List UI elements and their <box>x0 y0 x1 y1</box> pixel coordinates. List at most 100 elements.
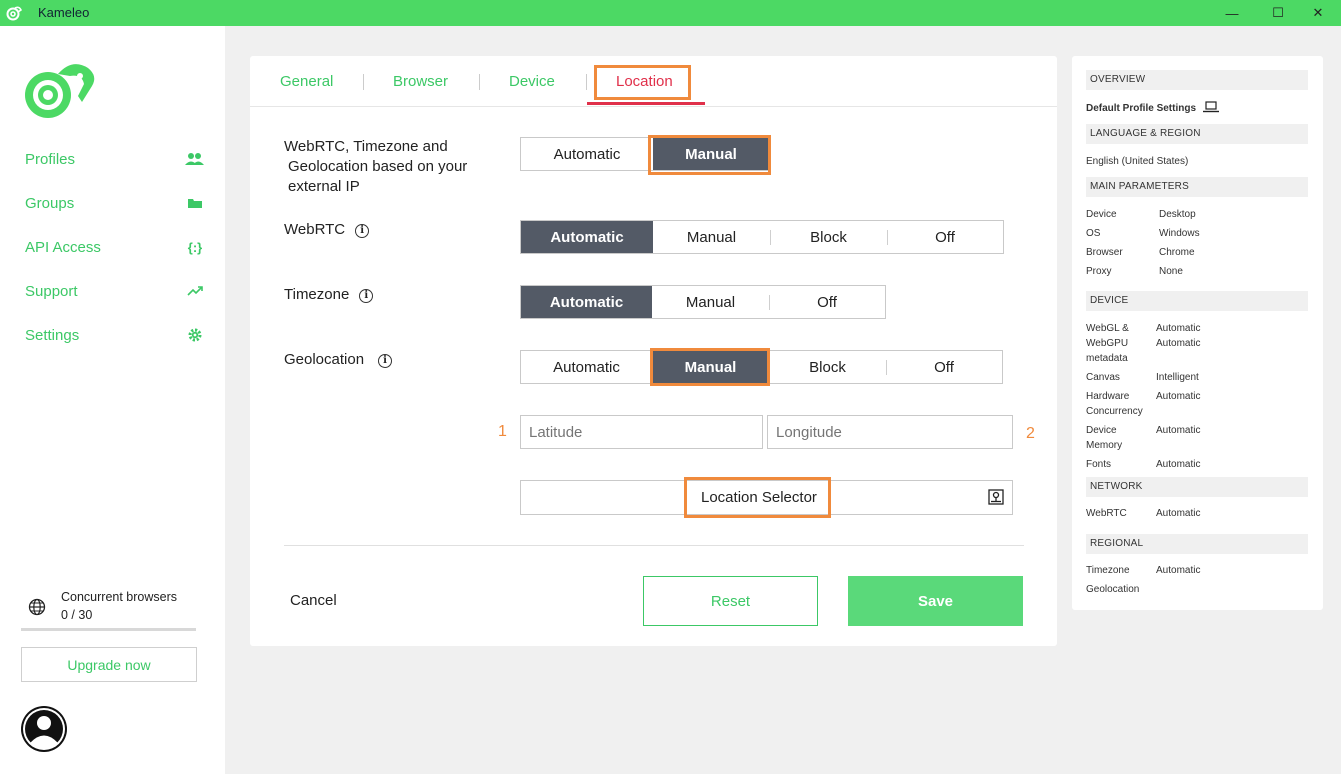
ip-based-label-line2: Geolocation based on your <box>288 158 468 175</box>
tab-general[interactable]: General <box>280 73 333 90</box>
param-key: Browser <box>1086 247 1123 258</box>
info-icon[interactable]: i <box>359 289 374 303</box>
geolocation-label: Geolocation i <box>284 350 393 370</box>
ip-based-label-line1: WebRTC, Timezone and <box>284 138 448 155</box>
tab-divider <box>363 74 364 90</box>
users-icon <box>185 151 205 167</box>
webrtc-block-option[interactable]: Block <box>770 221 887 253</box>
location-settings-card: General Browser Device Location WebRTC, … <box>250 56 1057 646</box>
timezone-value: Automatic <box>1156 565 1201 576</box>
kameleo-app-icon <box>6 6 22 21</box>
webgl-key-line: metadata <box>1086 353 1128 364</box>
marker-1: 1 <box>498 423 507 440</box>
close-button[interactable]: ✕ <box>1295 0 1341 26</box>
network-section-title: NETWORK <box>1086 477 1308 497</box>
tab-browser[interactable]: Browser <box>393 73 448 90</box>
trend-icon <box>185 283 205 299</box>
app-title: Kameleo <box>38 5 90 20</box>
param-key: OS <box>1086 228 1101 239</box>
cancel-button[interactable]: Cancel <box>290 592 337 609</box>
webrtc-manual-option[interactable]: Manual <box>653 221 770 253</box>
timezone-off-option[interactable]: Off <box>769 286 885 318</box>
ip-based-manual-option[interactable]: Manual <box>653 138 769 170</box>
default-settings-label: Default Profile Settings <box>1086 101 1219 116</box>
concurrent-label: Concurrent browsers <box>61 590 178 604</box>
location-selector-button[interactable]: Location Selector <box>520 480 1013 515</box>
geolocation-off-option[interactable]: Off <box>886 351 1002 383</box>
canvas-value: Intelligent <box>1156 372 1199 383</box>
active-tab-indicator <box>587 102 705 105</box>
webgl-key-line: WebGL & <box>1086 323 1129 334</box>
param-key: Proxy <box>1086 266 1112 277</box>
webrtc-toggle: Automatic Manual Block Off <box>520 220 1004 254</box>
default-settings-text: Default Profile Settings <box>1086 103 1197 114</box>
ip-based-automatic-option[interactable]: Automatic <box>521 138 653 170</box>
latitude-input[interactable] <box>520 415 763 449</box>
timezone-key: Timezone <box>1086 565 1130 576</box>
timezone-automatic-option[interactable]: Automatic <box>521 286 652 318</box>
tab-divider <box>586 74 587 90</box>
nav-profiles-label: Profiles <box>25 150 76 168</box>
nav-settings[interactable]: Settings <box>25 324 205 346</box>
user-icon <box>23 708 65 750</box>
canvas-key: Canvas <box>1086 372 1120 383</box>
hardware-key-line: Hardware <box>1086 391 1130 402</box>
param-value: Chrome <box>1159 247 1195 258</box>
webgl-value: Automatic Automatic <box>1156 321 1200 351</box>
minimize-button[interactable]: — <box>1209 0 1255 26</box>
nav-groups-label: Groups <box>25 194 75 212</box>
tab-device[interactable]: Device <box>509 73 555 90</box>
overview-panel: OVERVIEW Default Profile Settings LANGUA… <box>1072 56 1323 610</box>
webgl-key-line: WebGPU <box>1086 338 1129 349</box>
nav-api-access[interactable]: API Access {:} <box>25 236 205 258</box>
info-icon[interactable]: i <box>378 354 393 368</box>
upgrade-button[interactable]: Upgrade now <box>21 647 197 682</box>
memory-key-line: Device <box>1086 425 1117 436</box>
webrtc-label: WebRTC i <box>284 220 370 240</box>
memory-key-line: Memory <box>1086 440 1123 451</box>
timezone-label-text: Timezone <box>284 286 350 303</box>
nav-profiles[interactable]: Profiles <box>25 148 205 170</box>
geolocation-automatic-option[interactable]: Automatic <box>521 351 652 383</box>
webrtc-automatic-option[interactable]: Automatic <box>521 221 653 253</box>
kameleo-logo <box>25 64 95 118</box>
webrtc-key: WebRTC <box>1086 508 1127 519</box>
geolocation-label-text: Geolocation <box>284 351 365 368</box>
ip-based-label-line3: external IP <box>288 178 360 195</box>
webgl-key: WebGL & WebGPU metadata <box>1086 321 1129 366</box>
map-pin-icon <box>988 489 1004 505</box>
timezone-label: Timezone i <box>284 285 374 305</box>
param-value: Windows <box>1159 228 1200 239</box>
maximize-icon: ☐ <box>1272 5 1284 20</box>
globe-icon <box>28 598 46 616</box>
reset-button[interactable]: Reset <box>643 576 818 626</box>
hardware-value: Automatic <box>1156 391 1201 402</box>
geolocation-manual-option[interactable]: Manual <box>652 351 769 383</box>
webgl-value-line: Automatic <box>1156 338 1201 349</box>
close-icon: ✕ <box>1312 5 1324 20</box>
param-key: Device <box>1086 209 1117 220</box>
info-icon[interactable]: i <box>355 224 370 238</box>
save-button[interactable]: Save <box>848 576 1023 626</box>
language-value: English (United States) <box>1086 156 1189 167</box>
param-value: Desktop <box>1159 209 1196 220</box>
sidebar: Profiles Groups API Access {:} Support S… <box>0 26 225 774</box>
form-divider <box>284 545 1024 546</box>
gear-icon <box>185 327 205 343</box>
regional-section-title: REGIONAL <box>1086 534 1308 554</box>
concurrent-browsers: Concurrent browsers 0 / 30 <box>28 590 208 626</box>
webrtc-label-text: WebRTC <box>284 221 346 238</box>
timezone-manual-option[interactable]: Manual <box>652 286 769 318</box>
avatar[interactable] <box>21 706 67 752</box>
nav-support[interactable]: Support <box>25 280 205 302</box>
webrtc-off-option[interactable]: Off <box>887 221 1003 253</box>
webrtc-value: Automatic <box>1156 508 1201 519</box>
geolocation-block-option[interactable]: Block <box>769 351 886 383</box>
location-selector-label: Location Selector <box>701 489 817 506</box>
tab-location[interactable]: Location <box>616 73 673 90</box>
memory-value: Automatic <box>1156 425 1201 436</box>
webgl-value-line: Automatic <box>1156 323 1201 334</box>
nav-groups[interactable]: Groups <box>25 192 205 214</box>
nav-settings-label: Settings <box>25 326 80 344</box>
longitude-input[interactable] <box>767 415 1013 449</box>
